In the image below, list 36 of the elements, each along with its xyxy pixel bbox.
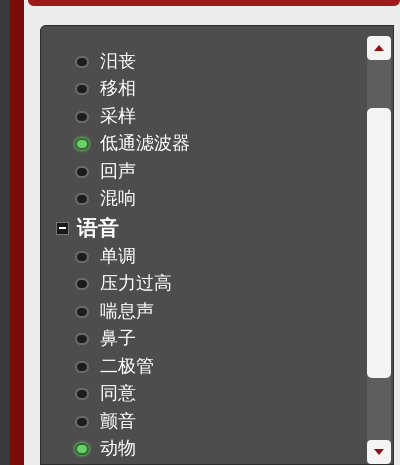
effect-label[interactable]: 鼻子 xyxy=(100,330,136,348)
collapse-icon[interactable] xyxy=(56,222,69,234)
scroll-up-button[interactable] xyxy=(367,36,391,60)
radio-indicator[interactable] xyxy=(75,306,89,318)
radio-indicator[interactable] xyxy=(75,193,89,206)
effect-label[interactable]: 同意 xyxy=(100,385,136,404)
radio-indicator[interactable] xyxy=(75,138,89,150)
scroll-down-button[interactable] xyxy=(367,440,391,464)
effect-label[interactable]: 颤音 xyxy=(100,412,136,431)
radio-indicator[interactable] xyxy=(75,388,89,400)
category-label[interactable]: 语音 xyxy=(77,218,119,238)
effect-label[interactable]: 混响 xyxy=(100,190,136,208)
radio-indicator[interactable] xyxy=(75,110,89,123)
radio-indicator[interactable] xyxy=(75,250,89,263)
effect-label[interactable]: 汨丧 xyxy=(100,52,136,71)
effect-label[interactable]: 单调 xyxy=(100,248,136,266)
radio-indicator[interactable] xyxy=(75,443,89,456)
radio-indicator[interactable] xyxy=(75,416,89,428)
scrollbar[interactable] xyxy=(367,36,391,464)
effect-label[interactable]: 移相 xyxy=(100,80,136,98)
effect-label[interactable]: 压力过高 xyxy=(100,275,172,294)
radio-indicator[interactable] xyxy=(75,166,89,178)
effect-label[interactable]: 回声 xyxy=(100,162,136,181)
effect-label[interactable]: 采样 xyxy=(100,108,136,126)
down-arrow-icon xyxy=(374,449,384,455)
radio-indicator[interactable] xyxy=(75,333,89,346)
effect-label[interactable]: 喘息声 xyxy=(100,302,154,321)
up-arrow-icon xyxy=(374,45,384,51)
effect-label[interactable]: 二极管 xyxy=(100,358,154,376)
radio-indicator[interactable] xyxy=(75,56,89,68)
scroll-thumb[interactable] xyxy=(367,108,391,378)
effect-label[interactable]: 低通滤波器 xyxy=(100,135,190,154)
effect-label[interactable]: 动物 xyxy=(100,440,136,458)
radio-indicator[interactable] xyxy=(75,83,89,96)
radio-indicator[interactable] xyxy=(75,278,89,290)
radio-indicator[interactable] xyxy=(75,360,89,373)
